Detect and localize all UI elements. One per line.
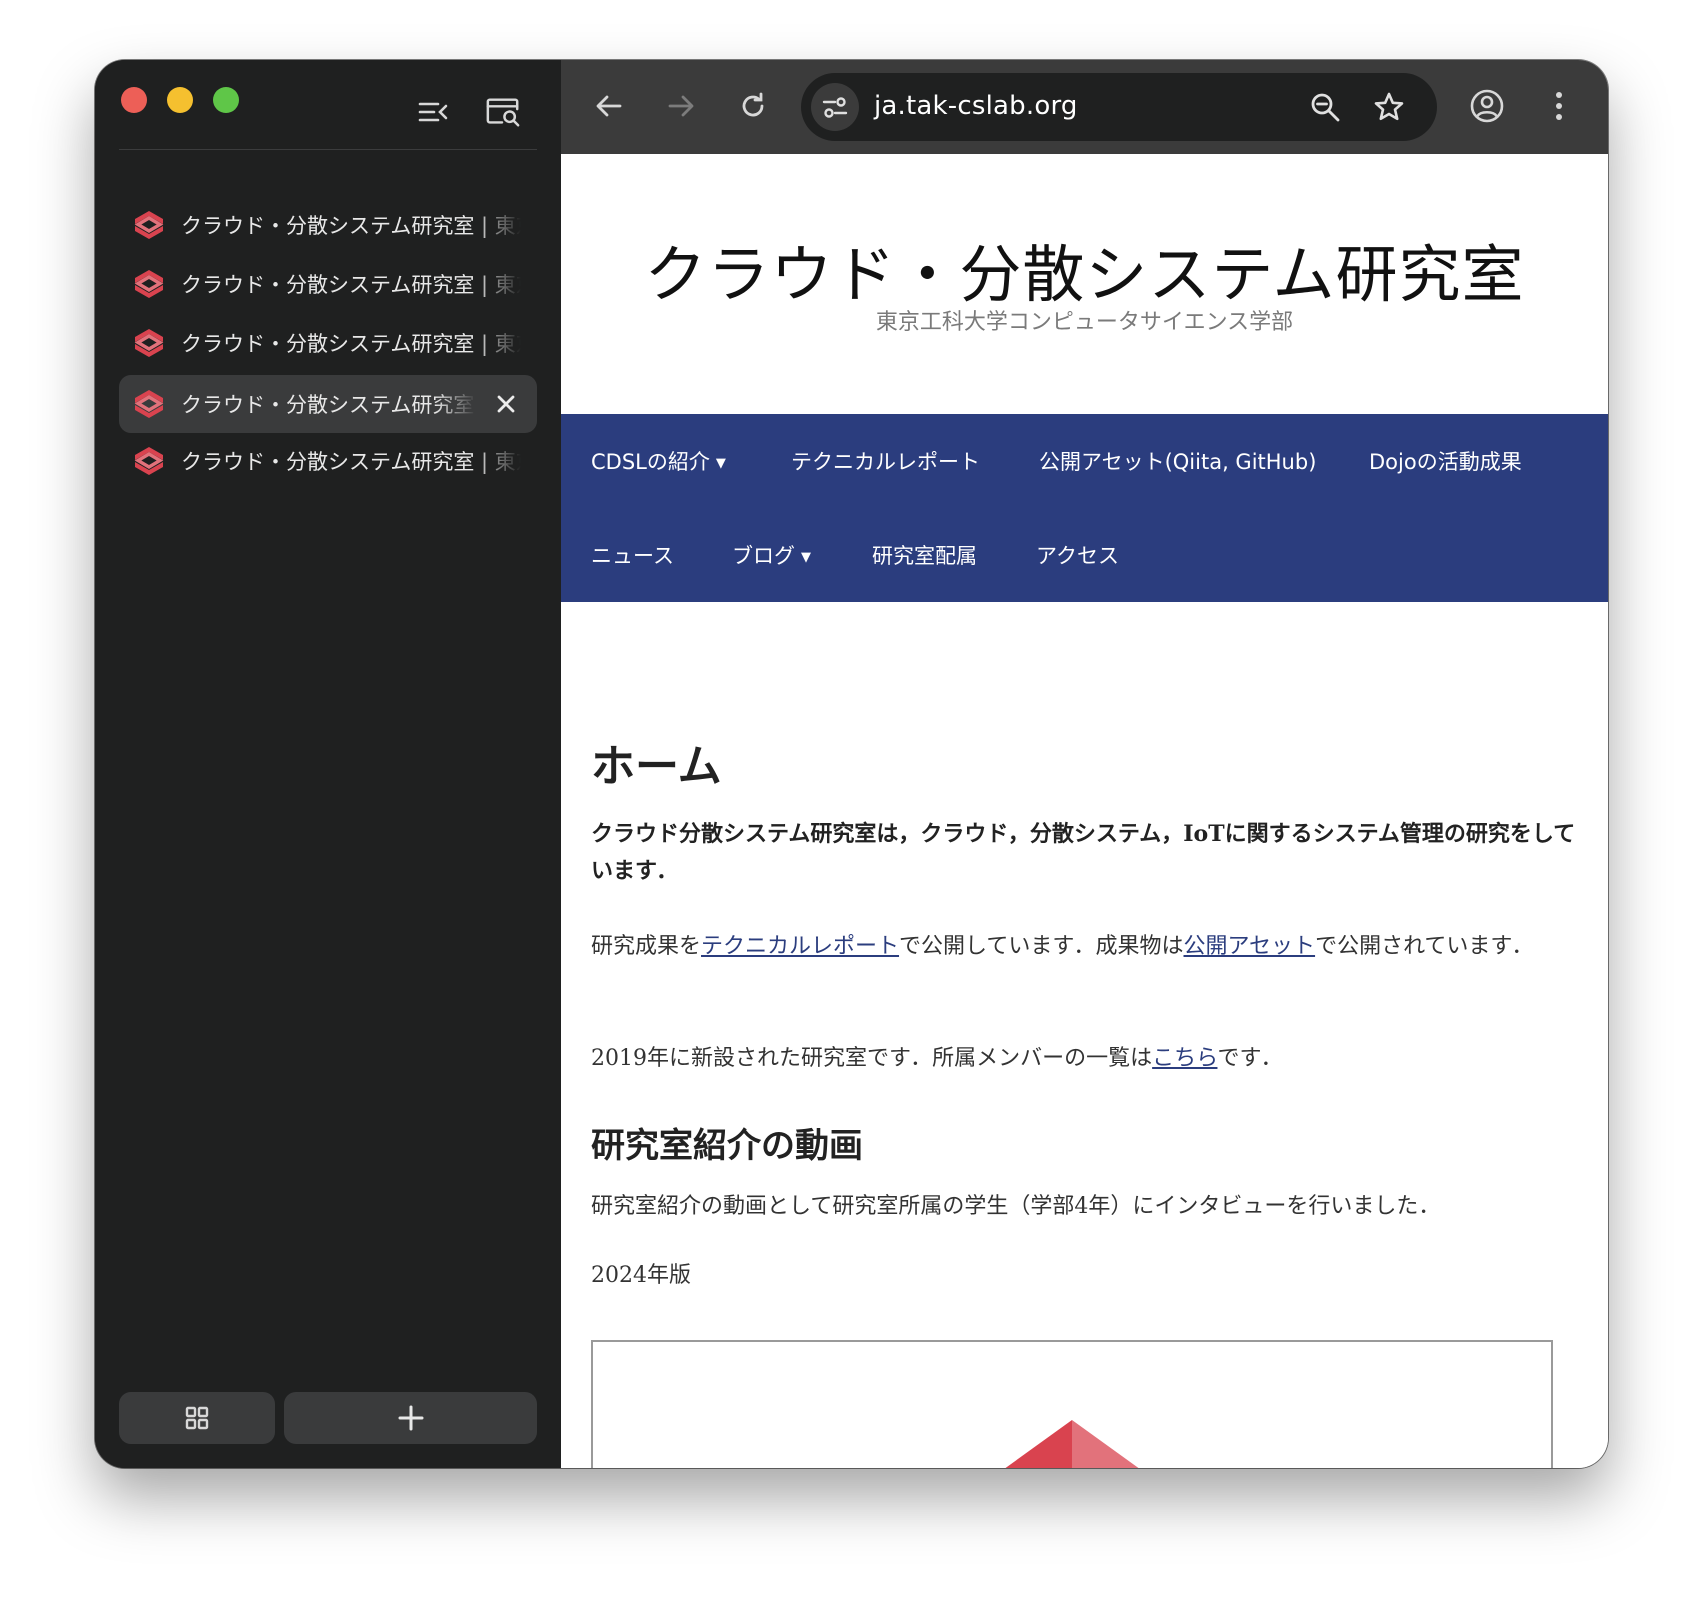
more-menu-icon[interactable] xyxy=(1537,84,1581,128)
lab-favicon-icon xyxy=(134,270,164,298)
text: 2019年に新設された研究室です．所属メンバーの一覧は xyxy=(591,1046,1153,1071)
profile-icon[interactable] xyxy=(1465,84,1509,128)
paragraph-research: 研究成果をテクニカルレポートで公開しています．成果物は公開アセットで公開されてい… xyxy=(591,928,1581,965)
paragraph-founded: 2019年に新設された研究室です．所属メンバーの一覧はこちらです． xyxy=(591,1040,1581,1077)
zoom-window-button[interactable] xyxy=(213,87,239,113)
tab-search-icon[interactable] xyxy=(485,94,521,130)
url-text[interactable]: ja.tak-cslab.org xyxy=(874,91,1078,121)
plus-icon xyxy=(398,1405,423,1431)
caret-down-icon: ▼ xyxy=(801,550,811,565)
nav-item-technical-report[interactable]: テクニカルレポート xyxy=(791,446,980,476)
nav-item-access[interactable]: アクセス xyxy=(1036,540,1119,570)
technical-report-link[interactable]: テクニカルレポート xyxy=(701,934,899,959)
tab-title: クラウド・分散システム研究室 | 東京工科大学コンピュータサイエンス学部 xyxy=(181,214,521,238)
nav-item-cdsl-intro[interactable]: CDSLの紹介 ▼ xyxy=(591,446,726,476)
minimize-window-button[interactable] xyxy=(167,87,193,113)
back-arrow-icon[interactable] xyxy=(587,84,631,128)
nav-label: 公開アセット(Qiita, GitHub) xyxy=(1039,450,1317,474)
lab-logo-icon xyxy=(1005,1420,1139,1468)
page-heading: ホーム xyxy=(591,741,722,792)
forward-arrow-icon[interactable] xyxy=(659,84,703,128)
browser-window: クラウド・分散システム研究室 | 東京工科大学コンピュータサイエンス学部クラウド… xyxy=(95,60,1608,1468)
tab-title: クラウド・分散システム研究室 | 東京工科大学コンピュータサイエンス学部 xyxy=(181,332,521,356)
sidebar-tab[interactable]: クラウド・分散システム研究室 | 東京工科大学コンピュータサイエンス学部 xyxy=(119,432,537,490)
text: 研究成果を xyxy=(591,934,702,959)
vertical-tab-sidebar: クラウド・分散システム研究室 | 東京工科大学コンピュータサイエンス学部クラウド… xyxy=(95,60,561,1468)
nav-label: テクニカルレポート xyxy=(791,450,980,474)
site-title[interactable]: クラウド・分散システム研究室 xyxy=(561,224,1608,314)
web-page-content: クラウド・分散システム研究室 東京工科大学コンピュータサイエンス学部 CDSLの… xyxy=(561,154,1608,1468)
close-tab-icon[interactable] xyxy=(491,389,521,419)
zoom-icon[interactable] xyxy=(1303,85,1347,129)
nav-label: CDSLの紹介 xyxy=(591,450,710,474)
sidebar-divider xyxy=(119,149,537,150)
nav-item-lab-assignment[interactable]: 研究室配属 xyxy=(872,540,977,570)
nav-item-dojo[interactable]: Dojoの活動成果 xyxy=(1369,446,1522,476)
nav-item-blog[interactable]: ブログ ▼ xyxy=(732,540,811,570)
nav-label: ブログ xyxy=(732,544,795,568)
lead-paragraph: クラウド分散システム研究室は，クラウド，分散システム，IoTに関するシステム管理… xyxy=(591,821,1576,884)
collapse-sidebar-icon[interactable] xyxy=(415,94,451,130)
browser-toolbar: ja.tak-cslab.org xyxy=(561,60,1608,154)
lab-favicon-icon xyxy=(134,211,164,239)
site-nav: CDSLの紹介 ▼ テクニカルレポート 公開アセット(Qiita, GitHub)… xyxy=(561,414,1608,602)
tab-title: クラウド・分散システム研究室 | 東京工科大学コンピュータサイエンス学部 xyxy=(181,393,476,417)
public-assets-link[interactable]: 公開アセット xyxy=(1184,934,1316,959)
sidebar-tab[interactable]: クラウド・分散システム研究室 | 東京工科大学コンピュータサイエンス学部 xyxy=(119,196,537,254)
site-subtitle: 東京工科大学コンピュータサイエンス学部 xyxy=(875,310,1294,335)
sidebar-tab[interactable]: クラウド・分散システム研究室 | 東京工科大学コンピュータサイエンス学部 xyxy=(119,375,537,433)
nav-label: Dojoの活動成果 xyxy=(1369,450,1522,474)
tab-title: クラウド・分散システム研究室 | 東京工科大学コンピュータサイエンス学部 xyxy=(181,450,521,474)
text: で公開されています． xyxy=(1315,934,1534,959)
close-window-button[interactable] xyxy=(121,87,147,113)
members-link[interactable]: こちら xyxy=(1152,1046,1217,1071)
site-settings-icon[interactable] xyxy=(811,83,859,131)
lab-favicon-icon xyxy=(134,329,164,357)
tab-title: クラウド・分散システム研究室 | 東京工科大学コンピュータサイエンス学部 xyxy=(181,273,521,297)
reload-icon[interactable] xyxy=(731,84,775,128)
paragraph-edition: 2024年版 xyxy=(591,1263,691,1288)
address-bar[interactable]: ja.tak-cslab.org xyxy=(801,73,1437,141)
nav-item-news[interactable]: ニュース xyxy=(591,540,674,570)
grid-icon xyxy=(185,1406,209,1430)
nav-label: 研究室配属 xyxy=(872,544,977,568)
browser-main: ja.tak-cslab.org クラウド・分散システム研究室 東京工科大学コン… xyxy=(561,60,1608,1468)
section-heading-video: 研究室紹介の動画 xyxy=(591,1126,863,1166)
nav-item-public-assets[interactable]: 公開アセット(Qiita, GitHub) xyxy=(1039,446,1316,476)
lab-favicon-icon xyxy=(134,447,164,475)
nav-label: ニュース xyxy=(591,544,674,568)
tab-groups-button[interactable] xyxy=(119,1392,275,1444)
sidebar-tab[interactable]: クラウド・分散システム研究室 | 東京工科大学コンピュータサイエンス学部 xyxy=(119,255,537,313)
text: で公開しています．成果物は xyxy=(899,934,1184,959)
bookmark-star-icon[interactable] xyxy=(1367,85,1411,129)
nav-label: アクセス xyxy=(1036,544,1119,568)
sidebar-tab[interactable]: クラウド・分散システム研究室 | 東京工科大学コンピュータサイエンス学部 xyxy=(119,314,537,372)
caret-down-icon: ▼ xyxy=(715,456,726,471)
paragraph-video: 研究室紹介の動画として研究室所属の学生（学部4年）にインタビューを行いました． xyxy=(591,1194,1441,1219)
new-tab-button[interactable] xyxy=(284,1392,537,1444)
lab-favicon-icon xyxy=(134,390,164,418)
embedded-video[interactable] xyxy=(591,1340,1553,1468)
text: です． xyxy=(1217,1046,1283,1071)
